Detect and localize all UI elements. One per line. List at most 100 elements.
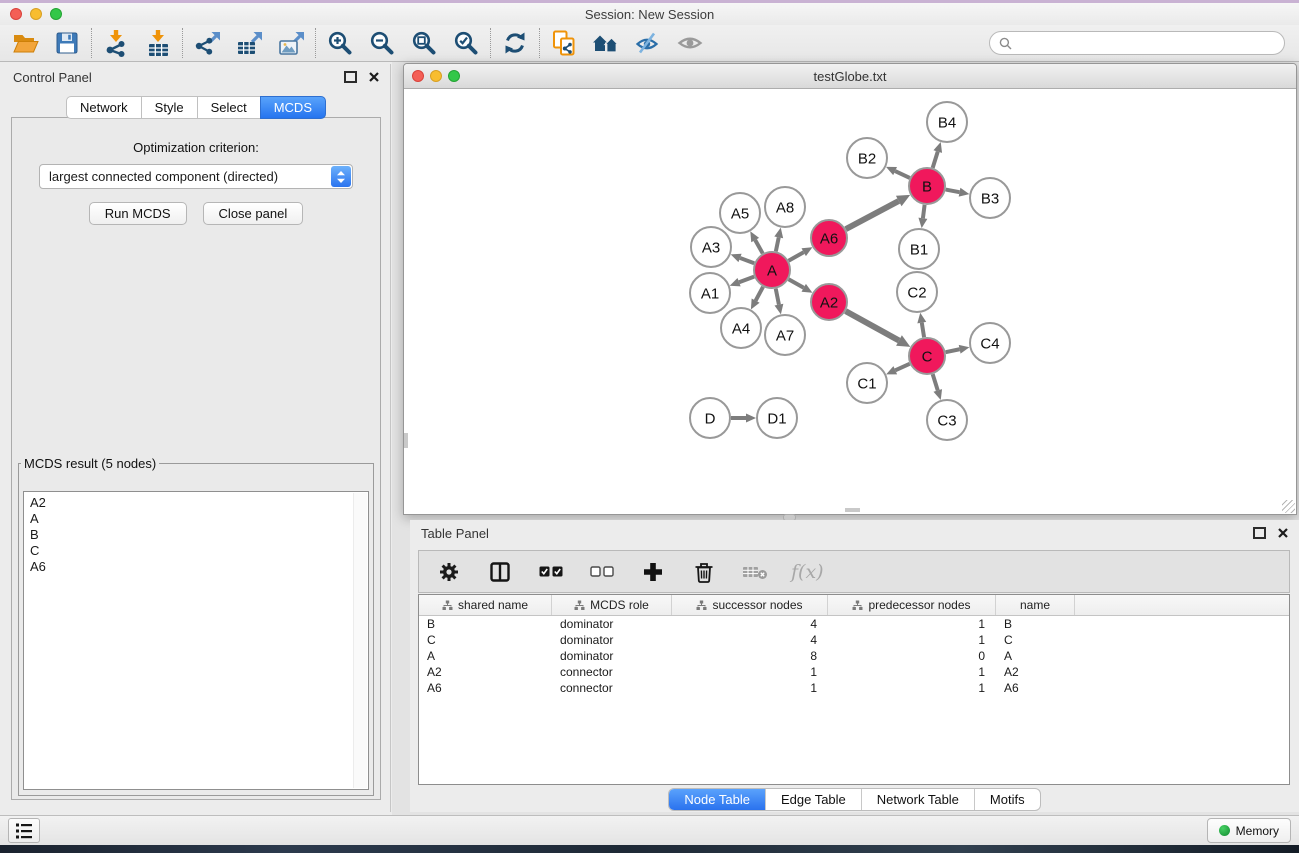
cell-mcds-role[interactable]: dominator [552,617,672,631]
cell-shared-name[interactable]: A2 [419,665,552,679]
graph-node-b3[interactable]: B3 [970,178,1010,218]
tab-edge-table[interactable]: Edge Table [765,789,861,810]
resize-grip-icon[interactable] [1282,500,1295,513]
import-table-icon[interactable] [143,28,173,58]
cell-shared-name[interactable]: A [419,649,552,663]
cell-name[interactable]: A2 [996,665,1075,679]
graph-edge-B-B4[interactable] [933,142,942,168]
graph-edge-B-B1[interactable] [918,205,927,228]
show-all-networks-icon[interactable] [591,28,621,58]
cell-predecessor-nodes[interactable]: 1 [828,681,996,695]
graph-node-c3[interactable]: C3 [927,400,967,440]
graph-node-c[interactable]: C [909,338,945,374]
graph-node-a3[interactable]: A3 [691,227,731,267]
cell-mcds-role[interactable]: dominator [552,649,672,663]
graph-node-a6[interactable]: A6 [811,220,847,256]
mcds-result-item-a2[interactable]: A2 [30,495,362,511]
run-mcds-button[interactable]: Run MCDS [89,202,187,225]
control-tab-style[interactable]: Style [141,96,198,119]
cell-mcds-role[interactable]: connector [552,681,672,695]
float-panel-icon[interactable] [344,71,357,83]
refresh-icon[interactable] [500,28,530,58]
graph-node-b1[interactable]: B1 [899,229,939,269]
table-row-a6[interactable]: A6connector11A6 [419,680,1289,696]
cell-name[interactable]: B [996,617,1075,631]
graph-node-a4[interactable]: A4 [721,308,761,348]
function-builder-icon[interactable]: f(x) [791,561,824,583]
memory-button[interactable]: Memory [1207,818,1291,843]
zoom-fit-icon[interactable] [409,28,439,58]
graph-edge-A-A2[interactable] [789,279,813,292]
vertical-scroll-indicator[interactable] [404,433,408,448]
network-zoom-button[interactable] [448,70,460,82]
network-window-titlebar[interactable]: testGlobe.txt [404,64,1296,89]
horizontal-scroll-indicator[interactable] [845,508,860,512]
graph-edge-C-C1[interactable] [886,364,910,375]
cell-successor-nodes[interactable]: 8 [672,649,828,663]
column-header-mcds-role[interactable]: MCDS role [552,595,672,615]
control-tab-mcds[interactable]: MCDS [260,96,326,119]
tab-network-table[interactable]: Network Table [861,789,974,810]
cell-name[interactable]: A6 [996,681,1075,695]
graph-node-a2[interactable]: A2 [811,284,847,320]
graph-edge-A-A8[interactable] [774,228,783,252]
graph-node-a8[interactable]: A8 [765,187,805,227]
graph-node-a5[interactable]: A5 [720,193,760,233]
column-header-shared-name[interactable]: shared name [419,595,552,615]
column-header-successor-nodes[interactable]: successor nodes [672,595,828,615]
zoom-selected-icon[interactable] [451,28,481,58]
column-header-name[interactable]: name [996,595,1075,615]
search-input[interactable] [1018,35,1275,52]
search-field[interactable] [989,31,1285,55]
delete-table-icon[interactable] [740,557,770,587]
deselect-all-checkboxes-icon[interactable] [587,557,617,587]
graph-edge-A2-C[interactable] [846,311,911,347]
graph-edge-A-A6[interactable] [789,247,813,260]
float-table-panel-icon[interactable] [1253,527,1266,539]
graph-edge-D-D1[interactable] [731,414,756,423]
graph-edge-C-C2[interactable] [917,313,926,337]
graph-node-d[interactable]: D [690,398,730,438]
export-image-icon[interactable] [276,28,306,58]
graph-node-a1[interactable]: A1 [690,273,730,313]
graph-edge-A-A4[interactable] [751,287,763,310]
mcds-result-item-b[interactable]: B [30,527,362,543]
cell-name[interactable]: C [996,633,1075,647]
delete-column-trash-icon[interactable] [689,557,719,587]
result-list-scrollbar[interactable] [353,493,367,788]
control-tab-select[interactable]: Select [197,96,261,119]
cell-predecessor-nodes[interactable]: 0 [828,649,996,663]
table-settings-gear-icon[interactable] [434,557,464,587]
table-row-b[interactable]: Bdominator41B [419,616,1289,632]
cell-mcds-role[interactable]: connector [552,665,672,679]
optimization-criterion-select[interactable]: largest connected component (directed) [39,164,353,189]
graph-edge-A-A5[interactable] [750,231,762,253]
cell-predecessor-nodes[interactable]: 1 [828,617,996,631]
mcds-result-item-a[interactable]: A [30,511,362,527]
tab-motifs[interactable]: Motifs [974,789,1040,810]
select-all-checkboxes-icon[interactable] [536,557,566,587]
column-layout-icon[interactable] [485,557,515,587]
mcds-result-item-a6[interactable]: A6 [30,559,362,575]
close-panel-icon[interactable] [369,72,379,82]
network-close-button[interactable] [412,70,424,82]
graph-node-c4[interactable]: C4 [970,323,1010,363]
tab-node-table[interactable]: Node Table [669,789,765,810]
mcds-result-item-c[interactable]: C [30,543,362,559]
save-session-icon[interactable] [52,28,82,58]
zoom-in-icon[interactable] [325,28,355,58]
graph-edge-C-C4[interactable] [946,345,970,354]
network-canvas[interactable]: AA1A2A3A4A5A6A7A8BB1B2B3B4CC1C2C3C4DD1 [404,89,1296,514]
network-graph[interactable]: AA1A2A3A4A5A6A7A8BB1B2B3B4CC1C2C3C4DD1 [404,89,1296,514]
clone-network-icon[interactable] [549,28,579,58]
export-network-icon[interactable] [192,28,222,58]
graph-edge-C-C3[interactable] [933,374,942,400]
graph-node-b2[interactable]: B2 [847,138,887,178]
import-network-icon[interactable] [101,28,131,58]
graph-node-c1[interactable]: C1 [847,363,887,403]
cell-name[interactable]: A [996,649,1075,663]
show-selected-eye-icon[interactable] [675,28,705,58]
table-row-a[interactable]: Adominator80A [419,648,1289,664]
cell-mcds-role[interactable]: dominator [552,633,672,647]
cell-shared-name[interactable]: A6 [419,681,552,695]
